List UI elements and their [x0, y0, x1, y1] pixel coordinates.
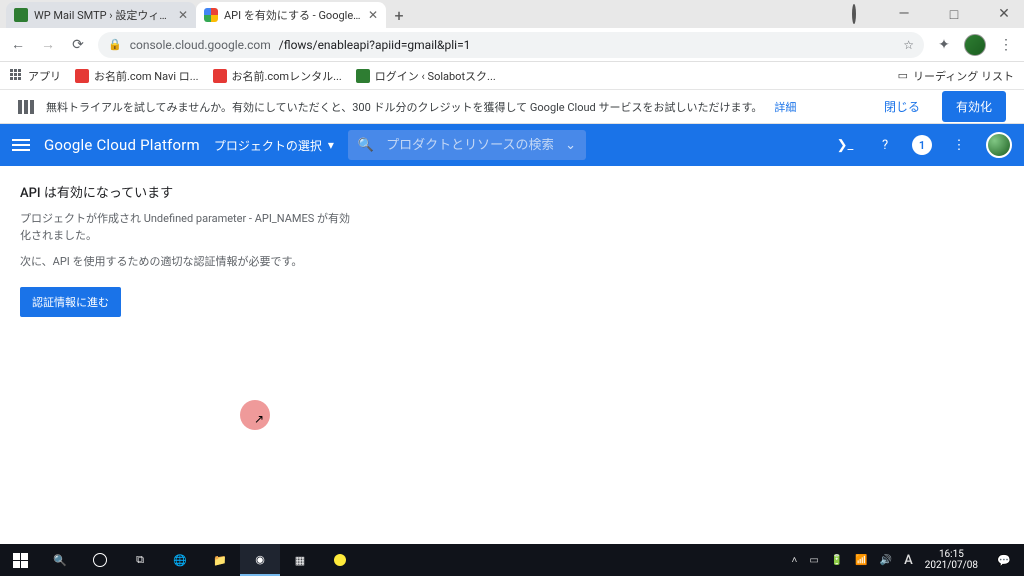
- minimize-button[interactable]: —: [888, 6, 920, 22]
- trial-details-link[interactable]: 詳細: [774, 99, 796, 115]
- favicon-icon: [204, 8, 218, 22]
- tray-ime-indicator[interactable]: A: [904, 553, 913, 568]
- gcp-appbar: Google Cloud Platform プロジェクトの選択 ▾ 🔍 ⌄ ❯_…: [0, 124, 1024, 166]
- project-selector-label: プロジェクトの選択: [214, 137, 322, 154]
- bookmark-label: お名前.com Navi ロ...: [94, 68, 199, 84]
- browser-tab[interactable]: API を有効にする - Google Cloud ✕: [196, 2, 386, 28]
- bookmark-item[interactable]: お名前.com Navi ロ...: [75, 68, 199, 84]
- apps-label: アプリ: [28, 68, 61, 84]
- hamburger-menu-icon[interactable]: [12, 139, 30, 151]
- extensions-icon[interactable]: ✦: [934, 37, 954, 53]
- taskbar-app-yellow[interactable]: [320, 544, 360, 576]
- caret-down-icon: ▾: [328, 138, 334, 152]
- bookmark-label: お名前.comレンタル...: [232, 68, 342, 84]
- forward-button[interactable]: →: [38, 36, 58, 53]
- search-caret-icon[interactable]: ⌄: [565, 138, 576, 153]
- close-tab-icon[interactable]: ✕: [178, 8, 188, 22]
- record-icon: [838, 6, 870, 22]
- url-host: console.cloud.google.com: [130, 38, 271, 52]
- taskbar-clock[interactable]: 16:15 2021/07/08: [919, 549, 984, 571]
- credentials-button[interactable]: 認証情報に進む: [20, 287, 121, 317]
- notifications-badge[interactable]: 1: [912, 135, 932, 155]
- apps-grid-icon: [10, 69, 24, 83]
- tray-chevron-icon[interactable]: ˄: [792, 555, 798, 566]
- bookmark-item[interactable]: ログイン ‹ Solabotスク...: [356, 68, 496, 84]
- tab-title: WP Mail SMTP › 設定ウィザード: [34, 7, 172, 23]
- profile-avatar[interactable]: [964, 34, 986, 56]
- cursor-highlight: [240, 400, 270, 430]
- trial-text: 無料トライアルを試してみませんか。有効にしていただくと、300 ドル分のクレジッ…: [46, 99, 762, 115]
- clock-time: 16:15: [925, 549, 978, 560]
- gcp-logo[interactable]: Google Cloud Platform: [44, 136, 200, 154]
- bookmark-favicon-icon: [213, 69, 227, 83]
- lock-icon: 🔒: [108, 38, 122, 51]
- apps-shortcut[interactable]: アプリ: [10, 68, 61, 84]
- tray-network-icon[interactable]: ▭: [809, 555, 818, 566]
- url-path: /flows/enableapi?apiid=gmail&pli=1: [279, 38, 471, 52]
- star-icon[interactable]: ☆: [903, 38, 914, 52]
- status-line-2: 次に、API を使用するための適切な認証情報が必要です。: [20, 254, 360, 271]
- bookmark-label: ログイン ‹ Solabotスク...: [375, 68, 496, 84]
- browser-tab[interactable]: WP Mail SMTP › 設定ウィザード ✕: [6, 2, 196, 28]
- search-input[interactable]: [386, 138, 553, 153]
- tray-battery-icon[interactable]: 🔋: [831, 555, 843, 566]
- notification-center-button[interactable]: 💬: [984, 544, 1024, 576]
- more-menu-icon[interactable]: ⋮: [946, 138, 972, 153]
- windows-taskbar: 🔍 ⧉ 🌐 📁 ◉ ▦ ˄ ▭ 🔋 📶 🔊 A 16:15 2021/07/08…: [0, 544, 1024, 576]
- cortana-button[interactable]: [80, 544, 120, 576]
- reading-list-button[interactable]: ▭ リーディング リスト: [898, 68, 1014, 84]
- bookmark-favicon-icon: [75, 69, 89, 83]
- gift-icon: [18, 100, 34, 114]
- help-icon[interactable]: ?: [872, 138, 898, 153]
- reload-button[interactable]: ⟳: [68, 37, 88, 53]
- system-tray[interactable]: ˄ ▭ 🔋 📶 🔊 A: [786, 553, 919, 568]
- favicon-icon: [14, 8, 28, 22]
- close-window-button[interactable]: ✕: [988, 6, 1020, 22]
- reading-list-icon: ▭: [898, 69, 908, 82]
- reading-list-label: リーディング リスト: [913, 68, 1014, 84]
- maximize-button[interactable]: □: [938, 6, 970, 23]
- chrome-toolbar: ← → ⟳ 🔒 console.cloud.google.com/flows/e…: [0, 28, 1024, 62]
- tray-volume-icon[interactable]: 🔊: [880, 555, 892, 566]
- start-button[interactable]: [0, 544, 40, 576]
- project-selector[interactable]: プロジェクトの選択 ▾: [214, 137, 334, 154]
- chrome-menu-icon[interactable]: ⋮: [996, 37, 1016, 53]
- back-button[interactable]: ←: [8, 36, 28, 53]
- address-bar[interactable]: 🔒 console.cloud.google.com/flows/enablea…: [98, 32, 924, 58]
- taskbar-app-edge[interactable]: 🌐: [160, 544, 200, 576]
- clock-date: 2021/07/08: [925, 560, 978, 571]
- status-line-1: プロジェクトが作成され Undefined parameter - API_NA…: [20, 211, 360, 244]
- bookmarks-bar: アプリ お名前.com Navi ロ... お名前.comレンタル... ログイ…: [0, 62, 1024, 90]
- new-tab-button[interactable]: +: [386, 2, 412, 28]
- close-tab-icon[interactable]: ✕: [368, 8, 378, 22]
- bookmark-item[interactable]: お名前.comレンタル...: [213, 68, 342, 84]
- taskview-button[interactable]: ⧉: [120, 544, 160, 576]
- search-button[interactable]: 🔍: [40, 544, 80, 576]
- taskbar-app-chrome[interactable]: ◉: [240, 544, 280, 576]
- main-content: API は有効になっています プロジェクトが作成され Undefined par…: [0, 166, 1024, 333]
- trial-banner: 無料トライアルを試してみませんか。有効にしていただくと、300 ドル分のクレジッ…: [0, 90, 1024, 124]
- taskbar-app-explorer[interactable]: 📁: [200, 544, 240, 576]
- account-avatar[interactable]: [986, 132, 1012, 158]
- taskbar-app-other[interactable]: ▦: [280, 544, 320, 576]
- tray-wifi-icon[interactable]: 📶: [855, 555, 867, 566]
- trial-close-button[interactable]: 閉じる: [874, 92, 930, 121]
- page-heading: API は有効になっています: [20, 182, 1004, 201]
- gcp-search[interactable]: 🔍 ⌄: [348, 130, 586, 160]
- bookmark-favicon-icon: [356, 69, 370, 83]
- search-icon: 🔍: [358, 138, 374, 153]
- cloud-shell-icon[interactable]: ❯_: [832, 138, 858, 153]
- tab-title: API を有効にする - Google Cloud: [224, 7, 362, 23]
- trial-activate-button[interactable]: 有効化: [942, 91, 1006, 122]
